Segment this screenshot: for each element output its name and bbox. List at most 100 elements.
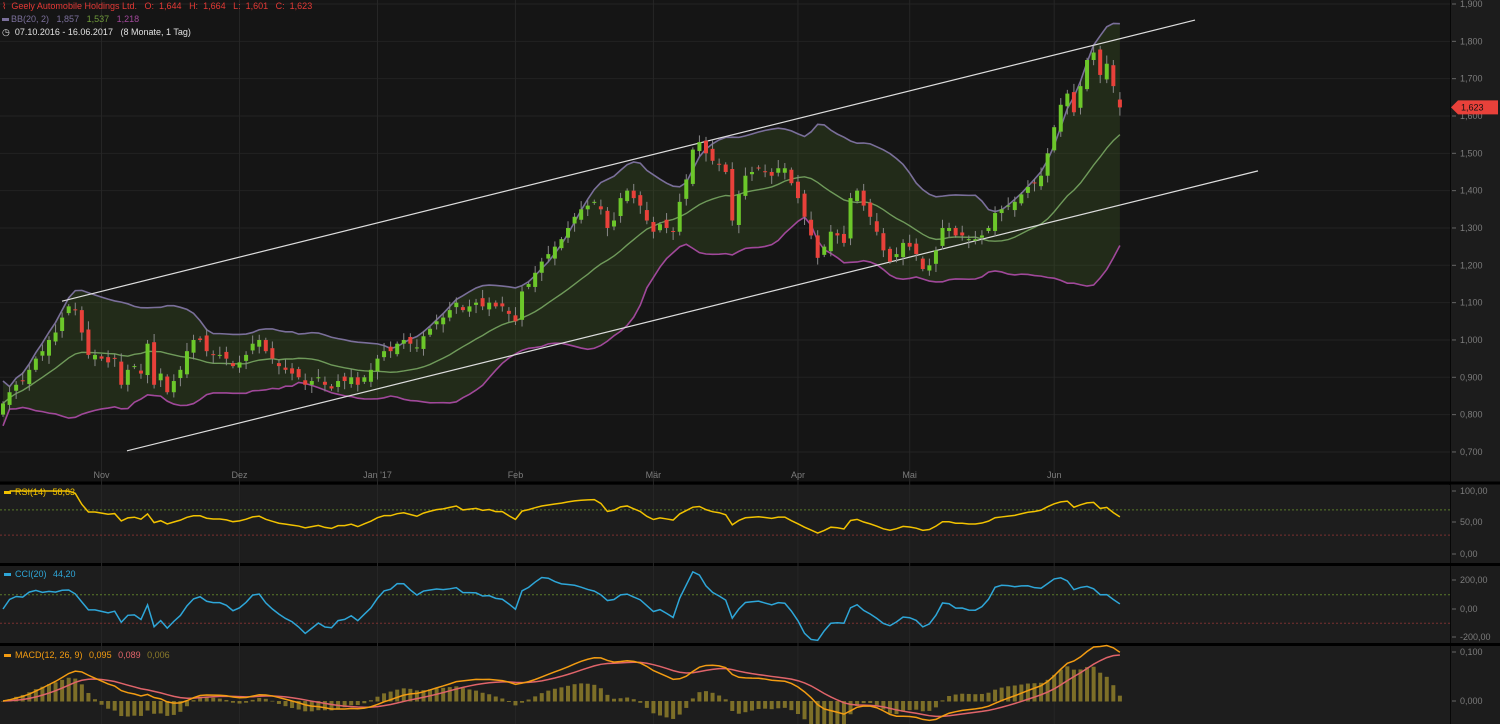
candle-body <box>474 302 479 305</box>
candle-body <box>973 239 978 241</box>
bb-legend[interactable]: BB(20, 2) 1,857 1,537 1,218 <box>2 14 144 24</box>
macd-hist-bar <box>467 689 472 702</box>
indicator-tick-label: 0,000 <box>1460 696 1483 706</box>
macd-hist-bar <box>638 701 643 703</box>
candle-body <box>743 175 748 196</box>
candle-body <box>552 246 557 259</box>
candle-body <box>158 373 163 381</box>
rsi-legend[interactable]: RSI(14) 58,63 <box>4 487 75 497</box>
macd-hist-bar <box>506 701 511 702</box>
macd-hist-bar <box>191 700 196 702</box>
macd-hist-bar <box>776 701 781 709</box>
candle-body <box>605 210 610 228</box>
candle-body <box>1104 63 1109 80</box>
macd-hist-bar <box>257 697 262 702</box>
macd-hist-bar <box>763 701 768 709</box>
macd-hist-bar <box>368 700 373 702</box>
stock-chart[interactable]: 1,9001,8001,7001,6001,5001,4001,3001,200… <box>0 0 1500 724</box>
indicator-tick-label: 0,00 <box>1460 549 1478 559</box>
candle-body <box>184 351 189 375</box>
macd-hist-bar <box>1111 685 1116 702</box>
y-tick-label: 0,800 <box>1460 410 1483 420</box>
macd-hist-bar <box>447 687 452 702</box>
macd-hist-bar <box>250 699 255 702</box>
candle-body <box>1058 104 1063 132</box>
macd-hist-bar <box>598 688 603 702</box>
macd-legend[interactable]: MACD(12, 26, 9) 0,095 0,089 0,006 <box>4 650 170 660</box>
macd-hist-bar <box>1012 685 1017 702</box>
candle-body <box>421 336 426 349</box>
macd-hist-bar <box>152 701 157 714</box>
macd-hist-bar <box>907 701 912 711</box>
y-tick-label: 1,800 <box>1460 36 1483 46</box>
macd-hist-bar <box>592 684 597 702</box>
candle-body <box>362 377 367 382</box>
candle-body <box>625 190 630 202</box>
chart-header: ⌇ Geely Automobile Holdings Ltd. O: 1,644 … <box>2 1 317 12</box>
candle-body <box>730 168 735 221</box>
macd-hist-bar <box>579 683 584 702</box>
cci-swatch <box>4 573 11 577</box>
macd-hist-bar <box>993 689 998 702</box>
candle-body <box>874 221 879 232</box>
candle-body <box>1019 194 1024 204</box>
candle-body <box>881 233 886 251</box>
macd-hist-bar <box>841 701 846 724</box>
candle-body <box>1085 59 1090 90</box>
macd-hist-bar <box>658 701 662 716</box>
candle-body <box>467 306 472 312</box>
cci-legend[interactable]: CCI(20) 44,20 <box>4 569 76 579</box>
candle-body <box>1039 175 1044 187</box>
macd-hist-bar <box>664 701 669 718</box>
candle-body <box>60 317 65 332</box>
indicator-tick-label: 200,00 <box>1460 575 1488 585</box>
candle-body <box>546 254 551 259</box>
macd-hist-bar <box>158 701 163 714</box>
macd-hist-bar <box>487 694 492 702</box>
candle-body <box>947 227 952 231</box>
macd-hist-bar <box>927 701 932 711</box>
macd-hist-bar <box>145 701 150 711</box>
candle-body <box>145 343 150 376</box>
macd-hist-bar <box>86 692 91 702</box>
candle-body <box>513 315 518 322</box>
y-tick-label: 0,700 <box>1460 447 1483 457</box>
macd-hist-bar <box>697 692 702 702</box>
candle-body <box>66 306 71 314</box>
macd-hist-bar <box>276 701 281 704</box>
candle-body <box>927 265 932 271</box>
candle-body <box>861 190 866 206</box>
open-value: 1,644 <box>159 1 182 11</box>
candle-body <box>309 381 314 385</box>
last-price-label: 1,623 <box>1461 102 1484 112</box>
macd-hist-bar <box>717 695 722 702</box>
candle-body <box>520 291 525 320</box>
macd-hist-bar <box>79 684 84 702</box>
clock-icon: ◷ <box>2 27 10 37</box>
macd-hist-bar <box>355 701 360 705</box>
macd-hist-bar <box>979 693 984 702</box>
macd-hist-bar <box>474 690 479 702</box>
macd-hist-bar <box>809 701 814 724</box>
date-range-text: 07.10.2016 - 16.06.2017 <box>14 27 113 37</box>
macd-hist-bar <box>802 701 807 720</box>
indicator-panel <box>0 485 1450 563</box>
macd-hist-bar <box>749 701 754 711</box>
macd-hist-bar <box>1065 666 1070 702</box>
macd-hist-bar <box>953 694 958 702</box>
candle-body <box>14 384 19 391</box>
y-tick-label: 1,300 <box>1460 223 1483 233</box>
candle-body <box>454 302 459 308</box>
macd-hist-bar <box>736 701 741 714</box>
macd-hist-bar <box>612 698 617 702</box>
macd-hist-bar <box>244 701 249 703</box>
macd-hist-bar <box>546 690 551 702</box>
candle-body <box>165 376 170 393</box>
macd-hist-bar <box>874 701 879 706</box>
macd-hist-bar <box>769 701 774 710</box>
candle-body <box>408 336 413 344</box>
macd-hist-bar <box>539 693 544 702</box>
high-value: 1,664 <box>203 1 226 11</box>
candle-body <box>1098 49 1103 75</box>
macd-hist-bar <box>441 687 446 702</box>
